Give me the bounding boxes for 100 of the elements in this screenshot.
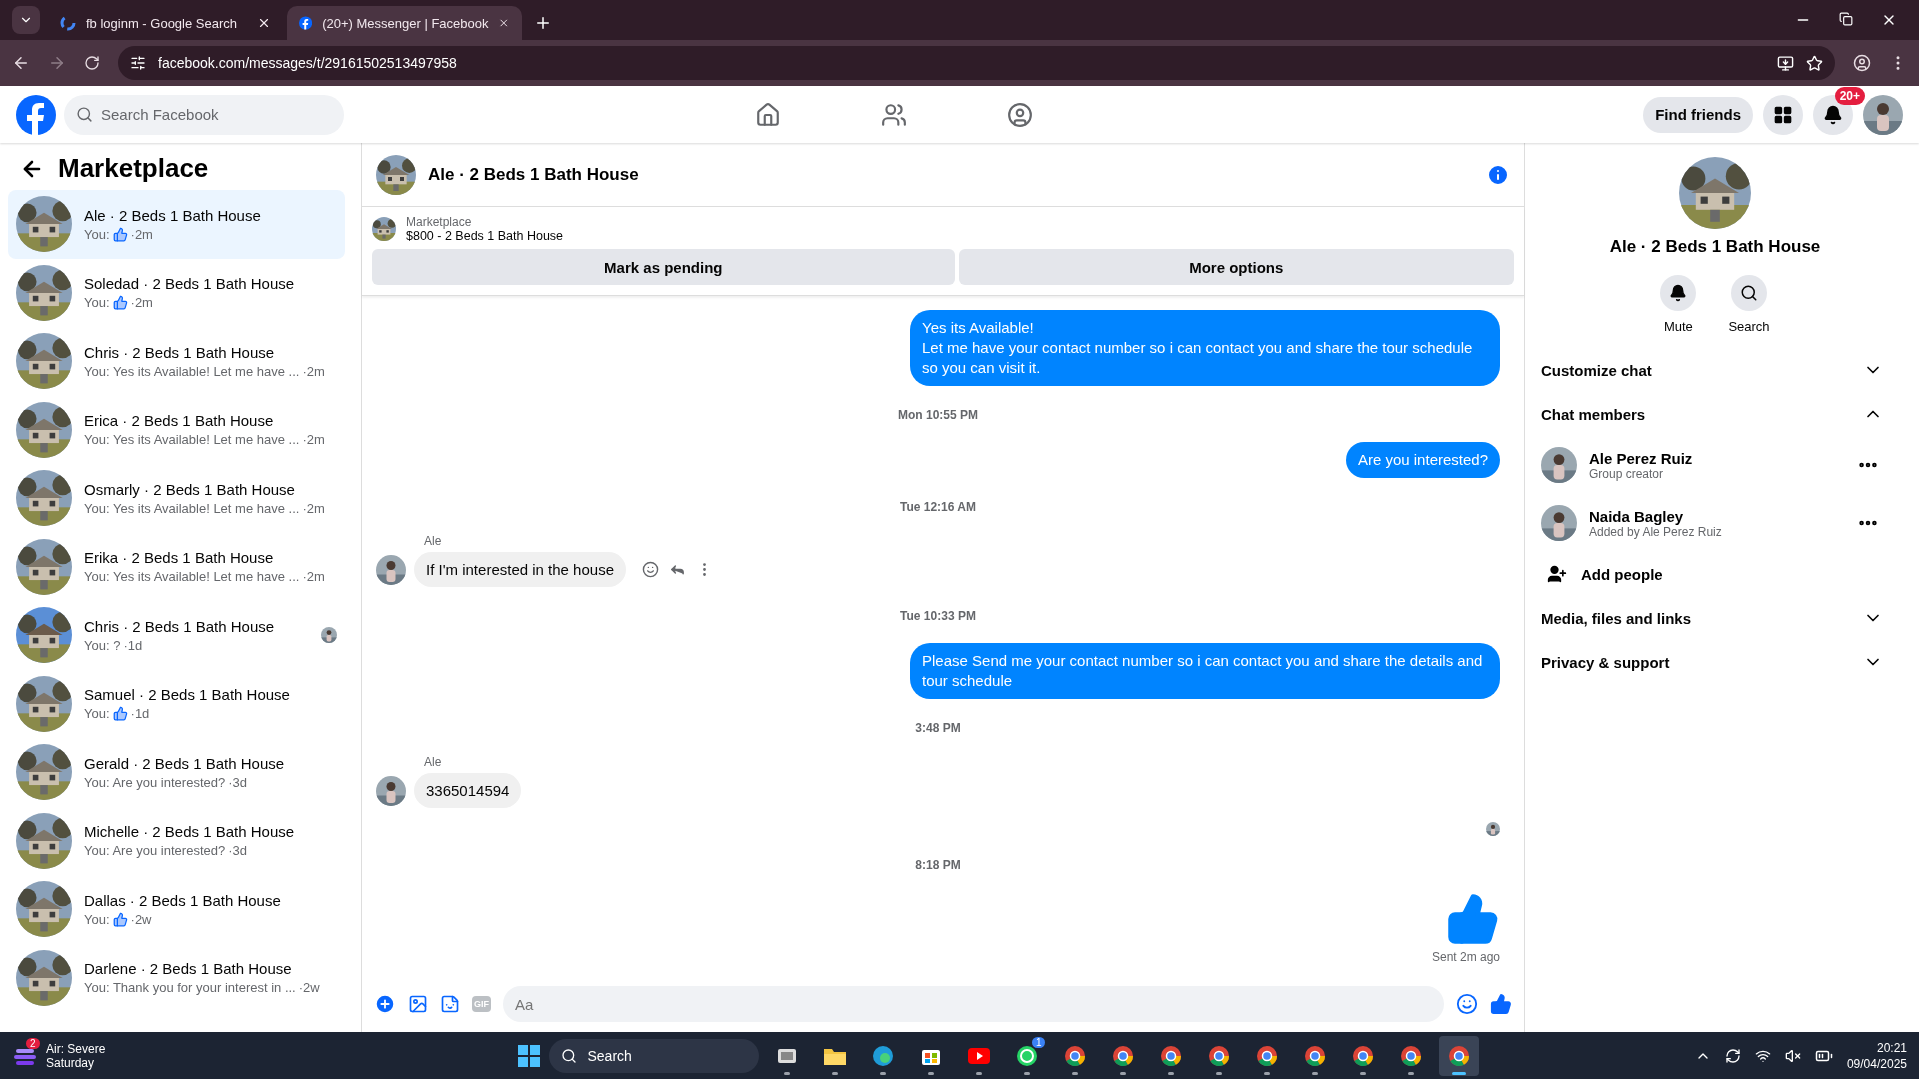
chat-name: Ale · 2 Beds 1 Bath House	[1609, 237, 1821, 257]
url-text: facebook.com/messages/t/29161502513497958	[158, 55, 458, 71]
conversation-item[interactable]: Chris · 2 Beds 1 Bath House You: ? ·1d	[8, 601, 345, 670]
clock-date: 09/04/2025	[1846, 1055, 1907, 1072]
bell-icon	[1823, 104, 1843, 125]
conversation-item[interactable]: Chris · 2 Beds 1 Bath House You: Yes its Available! Let me have ... ·2m	[8, 327, 345, 396]
back-icon[interactable]	[12, 54, 30, 72]
notification-badge: 2	[26, 1037, 40, 1049]
chrome-icon[interactable]	[1159, 1043, 1184, 1068]
section-header[interactable]: Customize chat	[1541, 348, 1889, 392]
message-bubble: 3365014594	[414, 773, 522, 808]
taskbar-search[interactable]: Search	[549, 1038, 760, 1073]
search-field[interactable]: Search Facebook	[64, 94, 344, 135]
close-icon[interactable]	[257, 16, 271, 30]
browser-tab[interactable]: (20+) Messenger | Facebook	[287, 6, 522, 40]
message-bubble: Are you interested?	[1345, 442, 1500, 478]
conversation-item[interactable]: Ale · 2 Beds 1 Bath House You: ·2m	[8, 190, 345, 259]
conversation-item[interactable]: Dallas · 2 Beds 1 Bath House You: ·2w	[8, 875, 345, 944]
chrome-icon[interactable]	[1207, 1043, 1232, 1068]
like-icon	[112, 911, 128, 927]
section-header[interactable]: Media, files and links	[1541, 596, 1889, 640]
message-input[interactable]: Aa	[503, 986, 1444, 1022]
like-icon	[112, 295, 128, 311]
reload-icon[interactable]	[84, 55, 100, 71]
section-header[interactable]: Chat members	[1541, 392, 1889, 436]
browser-icon[interactable]	[871, 1043, 896, 1068]
sender-name: Ale	[424, 534, 443, 548]
bookmark-icon[interactable]	[1806, 54, 1823, 72]
notification-badge: 1	[1031, 1036, 1046, 1048]
member-name: Naida Bagley	[1589, 507, 1685, 525]
action-button[interactable]: More options	[958, 249, 1514, 285]
conversation-item[interactable]: Soledad · 2 Beds 1 Bath House You: ·2m	[8, 258, 345, 327]
google-icon	[60, 15, 76, 31]
like-icon[interactable]	[1490, 993, 1512, 1015]
clock-time: 20:21	[1875, 1039, 1907, 1056]
groups-icon[interactable]	[1006, 101, 1033, 128]
chrome-icon[interactable]	[1303, 1043, 1328, 1068]
chrome-icon[interactable]	[1111, 1043, 1136, 1068]
volume-icon[interactable]	[1784, 1047, 1801, 1064]
chrome-icon[interactable]	[1255, 1043, 1280, 1068]
video-play-icon[interactable]	[967, 1046, 992, 1065]
friends-icon[interactable]	[880, 101, 907, 128]
profile-icon[interactable]	[1853, 54, 1871, 72]
conversation-item[interactable]: Darlene · 2 Beds 1 Bath House You: Thank you for your interest in ... ·2w	[8, 943, 345, 1012]
action-button[interactable]: Mark as pending	[372, 249, 955, 285]
address-bar[interactable]: facebook.com/messages/t/29161502513497958	[118, 46, 1835, 80]
chat-title: Ale · 2 Beds 1 Bath House	[428, 164, 640, 185]
listing-label: Marketplace	[406, 215, 473, 229]
conversation-item[interactable]: Osmarly · 2 Beds 1 Bath House You: Yes its Available! Let me have ... ·2m	[8, 464, 345, 533]
chrome-icon[interactable]	[1447, 1043, 1472, 1068]
member-role: Group creator	[1589, 466, 1665, 481]
emoji-icon[interactable]	[1456, 993, 1478, 1015]
weather-subtitle: Saturday	[46, 1055, 96, 1070]
member-name: Ale Perez Ruiz	[1589, 449, 1694, 467]
listing-title: $800 - 2 Beds 1 Bath House	[406, 229, 564, 243]
timestamp: Mon 10:55 PM	[898, 408, 978, 422]
bell-icon	[1669, 284, 1688, 302]
plus-icon[interactable]	[374, 993, 396, 1015]
find-friends-button[interactable]: Find friends	[1643, 96, 1753, 133]
home-icon[interactable]	[754, 101, 781, 128]
message-bubble: If I'm interested in the house	[414, 552, 626, 587]
timestamp: Tue 12:16 AM	[900, 500, 976, 514]
message-bubble: Yes its Available! Let me have your contact number so i can contact you and share the tour schedule so you can visit it.	[910, 310, 1500, 386]
timestamp: Tue 10:33 PM	[900, 609, 976, 623]
start-icon[interactable]	[517, 1043, 542, 1068]
notification-badge: 20+	[1834, 86, 1865, 105]
search-icon	[561, 1047, 578, 1064]
timestamp: 8:18 PM	[915, 858, 961, 872]
sticker-icon[interactable]	[440, 994, 460, 1014]
chrome-icon[interactable]	[1399, 1043, 1424, 1068]
timestamp: 3:48 PM	[915, 721, 961, 735]
sender-name: Ale	[424, 755, 443, 769]
tab-list-button[interactable]	[12, 6, 40, 34]
emoji-icon[interactable]	[641, 561, 659, 578]
browser-tab[interactable]: fb loginm - Google Search	[48, 6, 283, 40]
forward-icon[interactable]	[48, 54, 66, 72]
image-icon[interactable]	[408, 994, 428, 1014]
weather-title: Air: Severe	[46, 1041, 106, 1056]
section-header[interactable]: Privacy & support	[1541, 640, 1889, 684]
chrome-icon[interactable]	[1351, 1043, 1376, 1068]
menu-button[interactable]	[1763, 94, 1803, 135]
message-bubble: Please Send me your contact number so i can contact you and share the details and tour schedule	[910, 643, 1500, 699]
conversation-item[interactable]: Erika · 2 Beds 1 Bath House You: Yes its Available! Let me have ... ·2m	[8, 532, 345, 601]
conversation-item[interactable]: Michelle · 2 Beds 1 Bath House You: Are you interested? ·3d	[8, 806, 345, 875]
conversation-item[interactable]: Gerald · 2 Beds 1 Bath House You: Are you interested? ·3d	[8, 738, 345, 807]
sync-icon[interactable]	[1724, 1047, 1741, 1064]
site-settings-icon[interactable]	[130, 55, 146, 71]
chrome-icon[interactable]	[1063, 1043, 1088, 1068]
facebook-logo[interactable]	[16, 94, 56, 135]
close-icon[interactable]	[498, 16, 510, 30]
install-icon[interactable]	[1777, 54, 1794, 72]
add-person-icon	[1547, 564, 1567, 584]
new-tab-icon[interactable]	[534, 14, 552, 32]
member-role: Added by Ale Perez Ruiz	[1589, 524, 1723, 539]
conversation-item[interactable]: Samuel · 2 Beds 1 Bath House You: ·1d	[8, 669, 345, 738]
restore-icon[interactable]	[1839, 12, 1853, 26]
like-icon	[1446, 892, 1500, 946]
add-people-button[interactable]: Add people	[1541, 552, 1663, 596]
facebook-logo[interactable]	[299, 15, 313, 31]
conversation-item[interactable]: Erica · 2 Beds 1 Bath House You: Yes its Available! Let me have ... ·2m	[8, 395, 345, 464]
